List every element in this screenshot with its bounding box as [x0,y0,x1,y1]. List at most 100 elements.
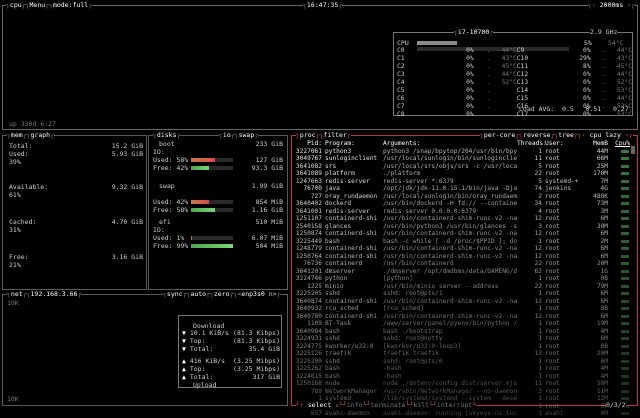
col-user[interactable]: User: [545,140,583,148]
refresh-rate[interactable]: ┐‹ 2000ms ›┌ [588,1,635,10]
tab-auto[interactable]: auto [190,290,206,298]
tab-tree[interactable]: tree [558,131,574,139]
tab-cpu[interactable]: cpu [10,1,22,9]
row-arguments: python3 /snap/bpytop/204/usr/bin/bpyto [383,147,517,155]
table-row[interactable]: 1250874 containerd-shi/usr/bin/containerd… [295,230,630,238]
row-threads: 13 [534,350,542,357]
table-row[interactable]: 3640874 containerd-shi/usr/bin/containerd… [295,298,630,306]
tab-menu[interactable]: Menu [30,1,46,9]
net-next-button[interactable]: n> [269,290,277,298]
tab-mode[interactable]: mode:full [53,1,88,9]
table-row[interactable]: 3225126 traefik traefik traefik 13 root 20M [295,350,630,358]
kill-button[interactable]: kill [413,401,429,409]
info-button[interactable]: info [347,401,363,409]
table-row[interactable]: 3049767 sunloginclient/usr/local/sunlogin… [295,155,630,163]
tab-proc[interactable]: proc [300,131,316,139]
table-row[interactable]: 3225262 bash -bash 1 root 4M [295,365,630,373]
tab-net[interactable]: net [11,290,23,298]
table-row[interactable]: 727 oray_rundaemon/usr/local/sunlogin/bin… [295,193,630,201]
table-row[interactable]: 1247663 redis-server redis-server *:6379 5 s… [295,178,630,186]
row-program: sshd [325,290,340,297]
table-row[interactable]: 3640780 containerd-shi/usr/bin/containerd… [295,313,630,321]
tab-swap[interactable]: swap [239,131,255,139]
row-threads: 2 [538,192,542,200]
mem-total-label: Total: [9,142,33,150]
disk-free-bar [191,208,215,212]
mem-used-pct: 39% [9,158,21,166]
row-program: sshd [325,335,340,342]
table-row[interactable]: 3225200 sshd sshd: root@pts/0 1 root 6M [295,358,630,366]
table-row[interactable]: 1248779 containerd-shi/usr/bin/containerd… [295,245,630,253]
tab-sync[interactable]: sync [167,290,183,298]
sort-selector[interactable]: cpu lazy [590,131,621,139]
table-row[interactable]: 857 avahi-daemon avahi-daemon: running [sk… [295,410,630,418]
row-mem: 0B [600,342,608,350]
disk-free-label: Free: 58% [153,206,189,214]
cpu-core-temp: 44°C [616,47,632,54]
table-row[interactable]: 3641082 srs/usr/local/srs/objs/srs -c /us… [295,163,630,171]
row-user: root [545,200,560,207]
cpu-core-dots: . [486,55,491,62]
table-row[interactable]: 3224931 sshd sshd: root@notty 1 root 6M [295,335,630,343]
col-threads[interactable]: Threads: [517,140,545,148]
table-row[interactable]: 1225 minio/usr/bin/minio server --address… [295,283,630,291]
tab-mem[interactable]: mem [11,131,23,139]
cpu-core-row: C4 0%. 52°C C13 0%. 52°C [397,79,632,87]
tab-reverse[interactable]: reverse [523,131,550,139]
table-row[interactable]: 3224815 bash -bash 1 root 4M [295,373,630,381]
tab-graph[interactable]: graph [31,131,51,139]
table-row[interactable]: 3640984 bash bash ./bootstrap 1 root 4M [295,328,630,336]
row-mem: 6M [600,312,608,320]
table-row[interactable]: 3640402 dockerd/usr/bin/dockerd -H fd:// … [295,200,630,208]
table-row[interactable]: 76700 java/opt/jdk/jdk-11.0.15.1/bin/java… [295,185,630,193]
table-row[interactable]: 789 NetworkManager/usr/sbin/NetworkManage… [295,388,630,396]
tab-io[interactable]: io [223,131,231,139]
tab-per-core[interactable]: per-core [484,131,515,139]
row-mem: 6M [600,290,608,297]
table-row[interactable]: 3641089 platform ./platform 22 root 170M [295,170,630,178]
col-program[interactable]: Program: [325,140,383,148]
cpu-core-temp [490,111,517,119]
tab-disks[interactable]: disks [157,131,177,139]
net-interface[interactable]: enp3s0 [241,290,264,298]
tab-filter[interactable]: filter [323,131,346,139]
table-row[interactable]: 2540158 glances/usr/bin/python3 /usr/bin/… [295,223,630,231]
disk-free-label: Free: 99% [153,242,189,250]
table-row[interactable]: 1109 BT-Task/www/server/panel/pyenv/bin/p… [295,320,630,328]
disk-free-label: Free: 42% [153,164,189,172]
table-row[interactable]: 3227061 python3 python3 /snap/bpytop/204/u… [295,148,630,156]
table-row[interactable]: 1251107 containerd-shi/usr/bin/containerd… [295,215,630,223]
cpu-core-dots: . [601,95,606,102]
table-row[interactable]: 3224746 python [python] 1 root 0B [295,275,630,283]
col-arguments[interactable]: Arguments: [383,140,517,148]
table-row[interactable]: 3640932 rcu_sched [rcu_sched] 1 root 0B [295,305,630,313]
select-button[interactable]: select [308,401,331,409]
table-row[interactable]: 3225205 sshd sshd: root@pts/1 1 root 6M [295,290,630,298]
row-mem: 3M [600,207,608,215]
table-row[interactable]: 3641201 dmserver ./dmserver /opt/dmdbms/da… [295,268,630,276]
row-arguments: redis-server 0.0.0.0:6379 [383,207,477,215]
col-pid[interactable]: Pid: [295,140,325,148]
ul-total: 317 GiB [252,373,280,381]
col-mem[interactable]: MemB [583,140,608,148]
row-threads: 12 [534,297,542,305]
dl-top: (81.3 Kibps) [233,337,280,345]
table-row[interactable]: 76736 containerd/usr/bin/containerd 22 root… [295,260,630,268]
table-row[interactable]: 3641001 redis-server redis-server 0.0.0.0:… [295,208,630,216]
cpu-core-dots: . [601,71,606,78]
interrupt-button[interactable]: interrupt [437,401,472,409]
table-row[interactable]: 3224775 kworker/u32:0 [kworker/u32:0-loop3… [295,343,630,351]
row-pid: 3224931 [295,335,322,342]
tab-zero[interactable]: zero [214,290,230,298]
table-row[interactable]: 3225449 bash bash -c while [ -d /proc/$PPI… [295,238,630,246]
row-cpu [608,410,630,418]
row-arguments: /usr/sbin/NetworkManager --no-daemon [383,387,517,395]
table-row[interactable]: 1250764 containerd-shi/usr/bin/containerd… [295,253,630,261]
terminate-button[interactable]: terminate [370,401,405,409]
proc-scrollbar[interactable] [631,146,635,154]
table-row[interactable]: 1250168 node node ./dotenv/config dist/ser… [295,380,630,388]
row-cpu [608,358,630,366]
disk-free-val: 93.3 GiB [251,164,283,172]
row-threads: 1 [538,147,542,155]
col-cpu[interactable]: Cpu% [608,140,630,148]
